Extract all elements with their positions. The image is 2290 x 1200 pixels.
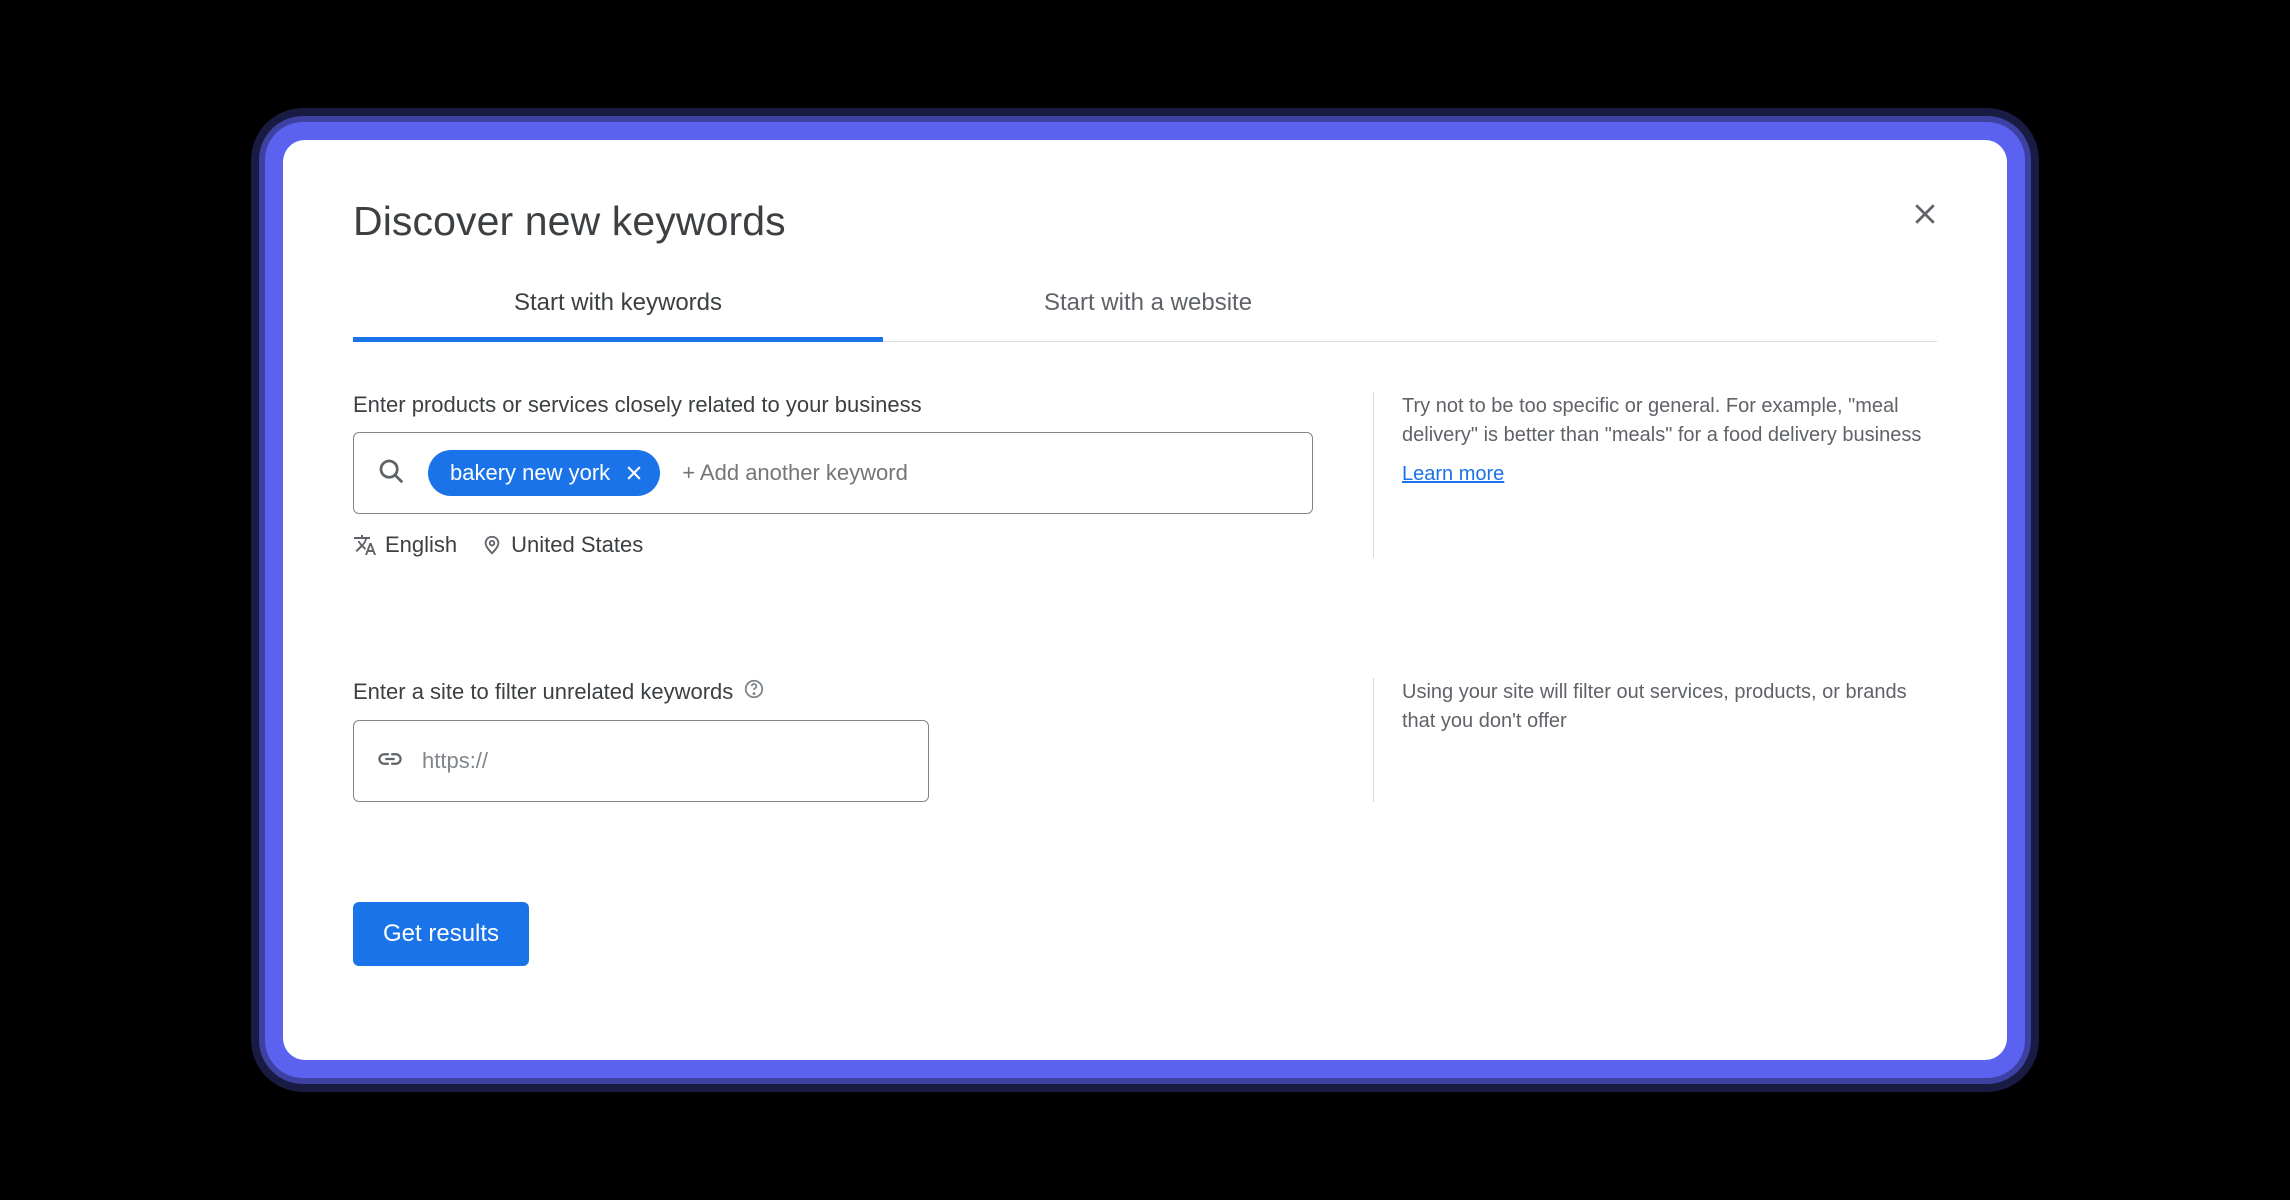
help-icon[interactable] [743, 678, 765, 706]
site-url-input[interactable] [422, 748, 906, 774]
tab-bar: Start with keywords Start with a website [353, 271, 1937, 342]
location-label: United States [511, 532, 643, 558]
get-results-button[interactable]: Get results [353, 902, 529, 966]
keywords-tip-panel: Try not to be too specific or general. F… [1373, 392, 1937, 558]
keywords-tip-text: Try not to be too specific or general. F… [1402, 392, 1937, 450]
translate-icon [353, 533, 377, 557]
keyword-chip[interactable]: bakery new york [428, 450, 660, 496]
close-icon [1910, 199, 1940, 229]
keywords-section: Enter products or services closely relat… [353, 392, 1937, 558]
site-url-box[interactable] [353, 720, 929, 802]
learn-more-link[interactable]: Learn more [1402, 460, 1504, 489]
link-icon [376, 745, 404, 778]
dialog-title: Discover new keywords [353, 198, 1937, 245]
keywords-label: Enter products or services closely relat… [353, 392, 1313, 418]
dialog-halo: Discover new keywords Start with keyword… [265, 122, 2025, 1078]
close-button[interactable] [1905, 194, 1945, 234]
site-tip-text: Using your site will filter out services… [1402, 678, 1937, 736]
location-selector[interactable]: United States [481, 532, 643, 558]
chip-remove-icon[interactable] [624, 463, 644, 483]
site-tip-panel: Using your site will filter out services… [1373, 678, 1937, 802]
language-selector[interactable]: English [353, 532, 457, 558]
tab-start-with-website[interactable]: Start with a website [883, 271, 1413, 342]
keyword-planner-dialog: Discover new keywords Start with keyword… [283, 140, 2007, 1060]
add-keyword-input[interactable] [682, 460, 1290, 486]
keyword-input-box[interactable]: bakery new york [353, 432, 1313, 514]
locale-row: English United States [353, 532, 1313, 558]
site-filter-label: Enter a site to filter unrelated keyword… [353, 678, 1313, 706]
tab-start-with-keywords[interactable]: Start with keywords [353, 271, 883, 342]
search-icon [376, 456, 406, 491]
language-label: English [385, 532, 457, 558]
location-pin-icon [481, 534, 503, 556]
site-filter-section: Enter a site to filter unrelated keyword… [353, 678, 1937, 802]
keyword-chip-label: bakery new york [450, 460, 610, 486]
